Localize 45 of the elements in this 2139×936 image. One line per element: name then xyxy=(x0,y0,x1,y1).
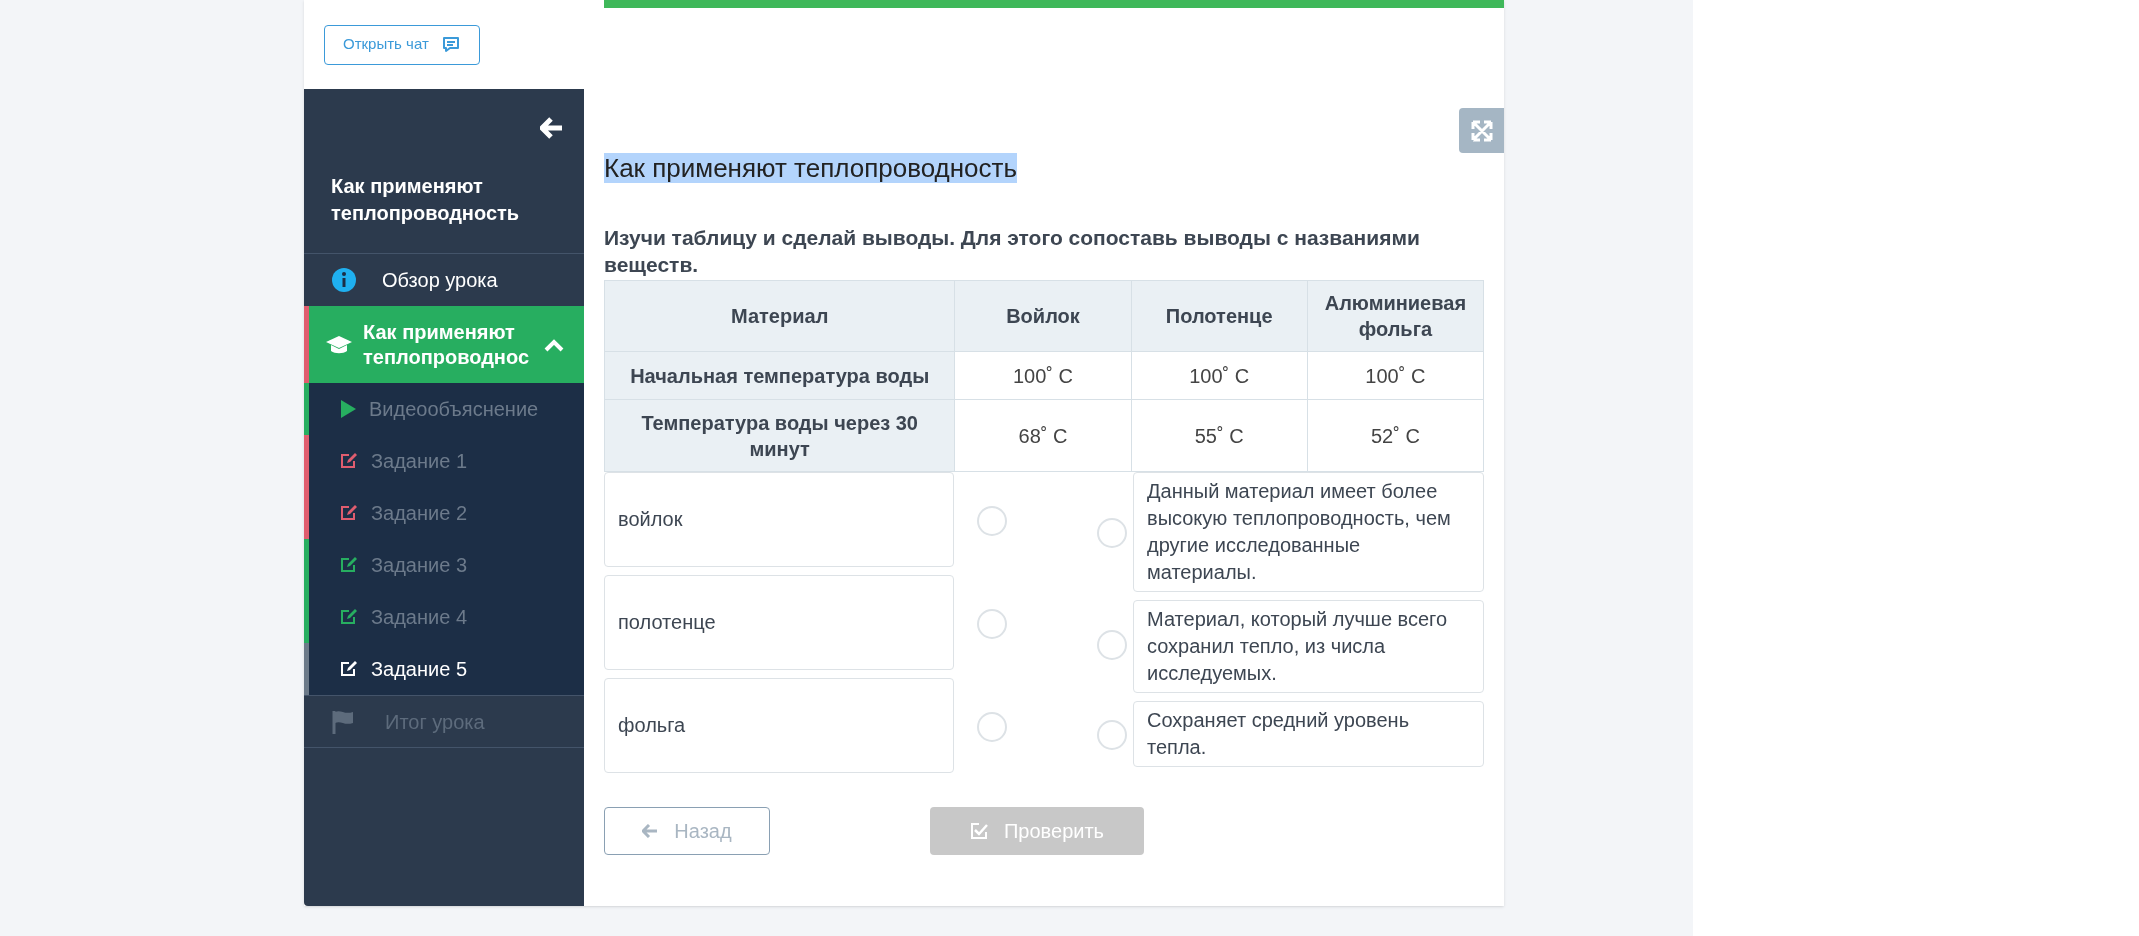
table-header: Материал xyxy=(604,280,955,352)
row-header: Начальная температура воды xyxy=(604,351,955,400)
chat-icon xyxy=(440,34,461,55)
fullscreen-button[interactable] xyxy=(1459,108,1504,153)
graduation-cap-icon xyxy=(325,333,353,356)
back-button[interactable]: Назад xyxy=(604,807,770,855)
table-header: Алюминиевая фольга xyxy=(1307,280,1484,352)
edit-icon xyxy=(339,504,359,522)
match-point[interactable] xyxy=(977,506,1007,536)
match-item[interactable]: войлок xyxy=(604,472,954,567)
match-item[interactable]: Данный материал имеет более высокую теплопроводность, чем другие исследованные материалы. xyxy=(1133,472,1484,592)
match-point[interactable] xyxy=(977,609,1007,639)
edit-icon xyxy=(339,660,359,678)
checkbox-icon xyxy=(970,822,988,840)
arrow-left-icon[interactable] xyxy=(540,117,564,139)
edit-icon xyxy=(339,452,359,470)
table-cell: 100˚ С xyxy=(954,351,1132,400)
play-icon xyxy=(339,399,357,419)
instruction-text: Изучи таблицу и сделай выводы. Для этого сопоставь выводы с названиями веществ. xyxy=(604,225,1421,278)
row-header: Температура воды через 30 минут xyxy=(604,399,955,472)
table-header: Полотенце xyxy=(1131,280,1308,352)
flag-icon xyxy=(331,708,355,735)
lesson-title: Как применяют теплопроводность xyxy=(604,153,1018,183)
match-point[interactable] xyxy=(1097,630,1127,660)
table-cell: 100˚ С xyxy=(1307,351,1484,400)
table-header: Войлок xyxy=(954,280,1132,352)
info-icon xyxy=(331,267,357,293)
match-item[interactable]: Сохраняет средний уровень тепла. xyxy=(1133,701,1484,767)
edit-icon xyxy=(339,556,359,574)
open-chat-button[interactable]: Открыть чат xyxy=(324,24,480,65)
table-cell: 55˚ С xyxy=(1131,399,1308,472)
expand-icon xyxy=(1469,118,1494,143)
table-cell: 52˚ С xyxy=(1307,399,1484,472)
sidebar-title: Как применяют теплопроводность xyxy=(330,174,521,226)
table-cell: 68˚ С xyxy=(954,399,1132,472)
edit-icon xyxy=(339,608,359,626)
table-cell: 100˚ С xyxy=(1131,351,1308,400)
match-point[interactable] xyxy=(977,712,1007,742)
match-point[interactable] xyxy=(1097,720,1127,750)
match-item[interactable]: полотенце xyxy=(604,575,954,670)
sidebar-section[interactable]: Как применяют теплопроводнос xyxy=(304,306,584,383)
arrow-left-icon xyxy=(642,824,659,838)
match-item[interactable]: фольга xyxy=(604,678,954,773)
match-point[interactable] xyxy=(1097,518,1127,548)
match-item[interactable]: Материал, который лучше всего сохранил тепло, из числа исследуемых. xyxy=(1133,600,1484,693)
